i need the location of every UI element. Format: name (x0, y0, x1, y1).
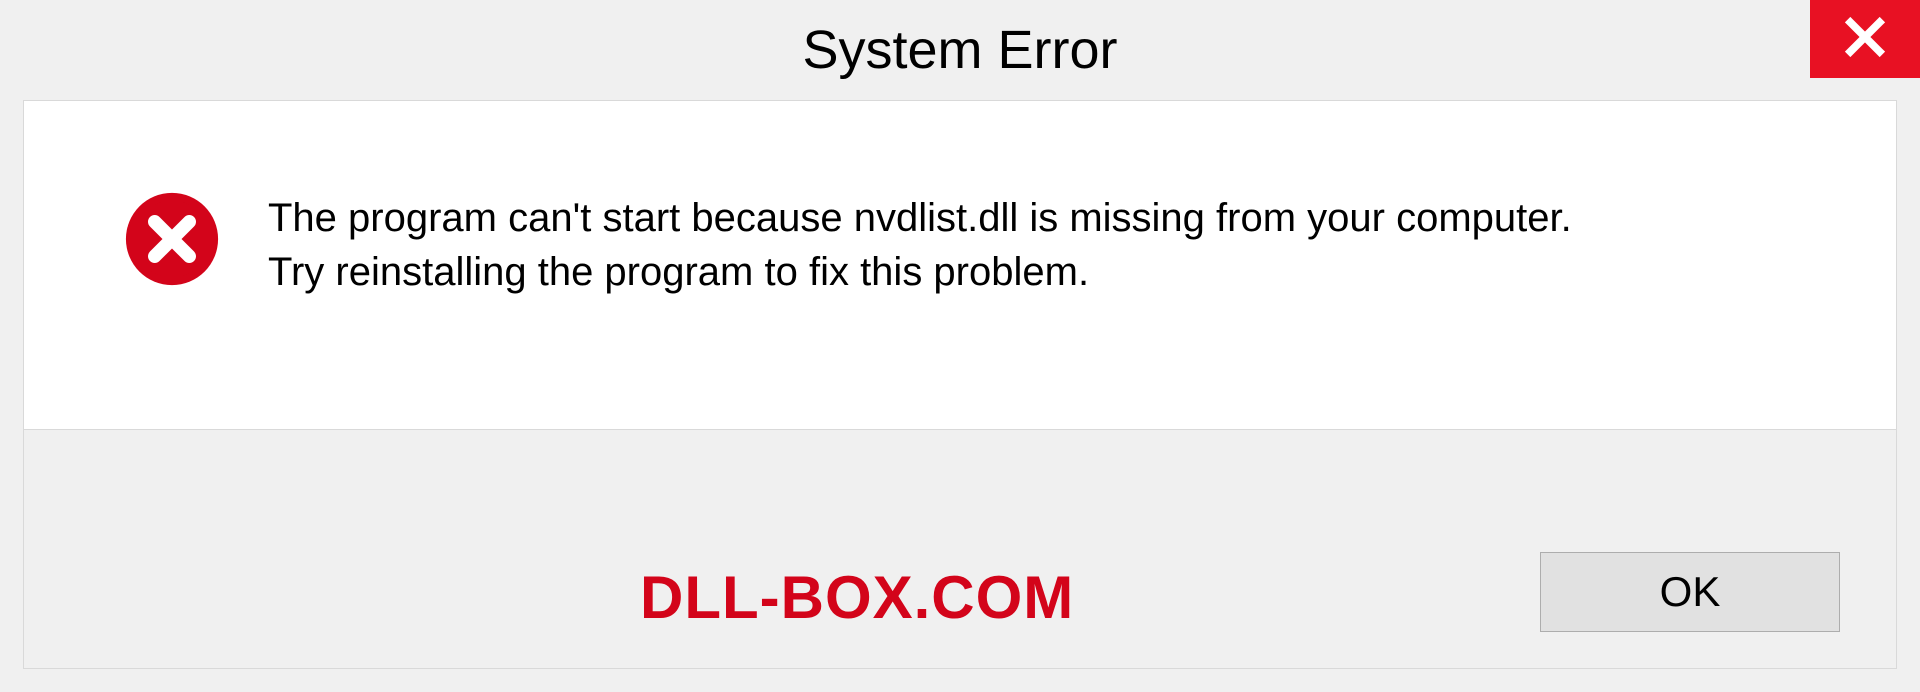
content-panel: The program can't start because nvdlist.… (23, 100, 1897, 430)
ok-button[interactable]: OK (1540, 552, 1840, 632)
watermark-text: DLL-BOX.COM (640, 563, 1074, 632)
error-icon (124, 191, 220, 287)
error-message: The program can't start because nvdlist.… (268, 191, 1836, 299)
dialog-footer (23, 430, 1897, 669)
close-icon (1843, 15, 1887, 64)
dialog-title: System Error (802, 19, 1117, 81)
close-button[interactable] (1810, 0, 1920, 78)
ok-button-label: OK (1660, 568, 1721, 616)
titlebar: System Error (0, 0, 1920, 100)
message-line-2: Try reinstalling the program to fix this… (268, 245, 1836, 299)
message-line-1: The program can't start because nvdlist.… (268, 191, 1836, 245)
